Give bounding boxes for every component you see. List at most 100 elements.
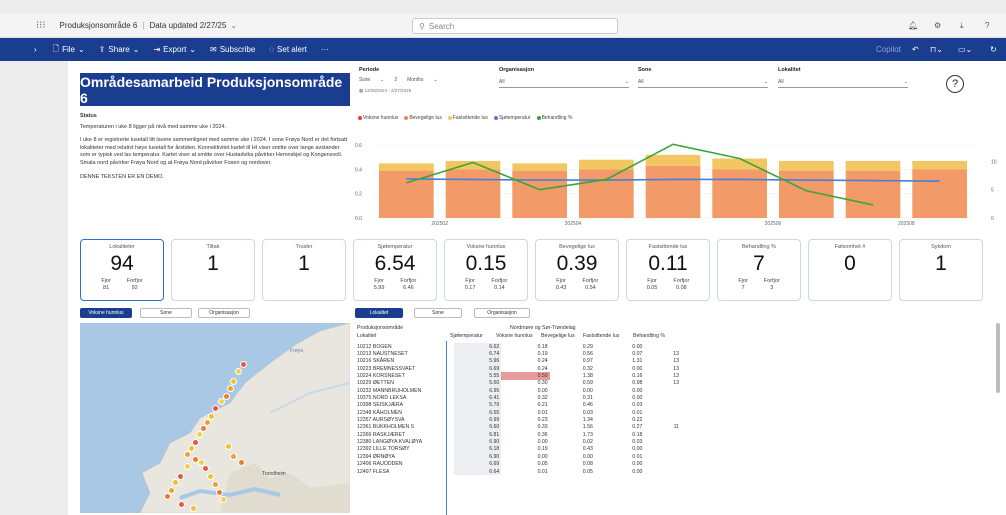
refresh-icon[interactable]: ↻ xyxy=(990,45,997,54)
map-marker[interactable] xyxy=(230,378,237,385)
kpi-card[interactable]: Fastsittende lus 0.11 Fjor 0.05 Forfjor 0.08 xyxy=(626,239,710,301)
map-marker[interactable] xyxy=(184,463,191,470)
map-marker[interactable] xyxy=(207,473,214,480)
map-marker[interactable] xyxy=(202,465,209,472)
map-view[interactable]: Frøya Trondheim xyxy=(80,323,350,513)
help-icon[interactable]: ? xyxy=(985,21,989,30)
map-marker[interactable] xyxy=(227,385,234,392)
more-button[interactable]: ··· xyxy=(321,45,329,54)
download-icon[interactable]: ⤓ xyxy=(960,21,964,31)
bell-icon[interactable]: 🔔︎ xyxy=(908,21,918,30)
table-row[interactable]: 12407 FLESA 6.64 0.01 0.05 0.00 xyxy=(355,467,681,476)
table-row[interactable]: 12357 AURSØYSVA 6.99 0.23 1.34 0.22 xyxy=(355,416,681,424)
table-row[interactable]: 10223 BREMNESSVAET 6.69 0.24 0.32 0.00 13 xyxy=(355,365,681,373)
table-row[interactable]: 12392 LILLE TORSØY 6.18 0.19 0.43 0.00 xyxy=(355,445,681,454)
search-box[interactable]: ⚲ Search xyxy=(412,18,618,34)
slicer-lokalitet[interactable]: Lokalitet All ⌄ xyxy=(778,67,908,88)
table-row[interactable]: 10398 SEISKJÆRA 5.79 0.21 0.46 0.03 xyxy=(355,401,681,410)
table-row[interactable]: 10216 SKÅREN 5.96 0.24 0.97 1.31 13 xyxy=(355,357,681,366)
slicer-periode[interactable]: Periode Siste ⌄ 2 Months ⌄ ▦ 12/28/2024 - … xyxy=(359,67,489,105)
table-row[interactable]: 10213 NAUSTNESET 6.74 0.19 0.56 0.07 13 xyxy=(355,350,681,358)
kpi-card[interactable]: Voksne hunnlus 0.15 Fjor 0.17 Forfjor 0.14 xyxy=(444,239,528,301)
kpi-card[interactable]: Bevegelige lus 0.39 Fjor 0.43 Forfjor 0.54 xyxy=(535,239,619,301)
col-header-behandling[interactable]: Behandling % xyxy=(633,333,665,339)
map-marker[interactable] xyxy=(184,451,191,458)
map-marker[interactable] xyxy=(190,505,197,512)
data-updated-label[interactable]: Data updated 2/27/25 xyxy=(149,21,226,30)
table-cell: 0.23 xyxy=(537,417,548,424)
kpi-card[interactable]: Sjøtemperatur 6.54 Fjor 5.99 Forfjor 6.46 xyxy=(353,239,437,301)
periode-unit[interactable]: Siste xyxy=(359,77,370,83)
table-tab-lokalitet[interactable]: Lokalitet xyxy=(355,308,403,318)
table-row[interactable]: 10224 KORSNESET 5.55 0.50 1.38 0.16 13 xyxy=(355,372,681,380)
table-tab-organisasjon[interactable]: Organisasjon xyxy=(474,308,530,318)
table-tab-sone[interactable]: Sone xyxy=(414,308,462,318)
gear-icon[interactable]: ⚙ xyxy=(934,21,941,30)
table-row[interactable]: 10229 ØETTEN 5.60 0.30 0.59 0.98 13 xyxy=(355,379,681,388)
table-row[interactable]: 10232 MANNBRUHOLMEN 6.95 0.00 0.00 0.00 xyxy=(355,387,681,395)
file-menu[interactable]: 🗋︎ File ⌄ xyxy=(53,43,85,57)
table-cell: 0.59 xyxy=(582,380,593,387)
subscribe-button[interactable]: ✉ Subscribe xyxy=(210,45,255,54)
map-marker[interactable] xyxy=(238,459,245,466)
map-marker[interactable] xyxy=(218,398,225,405)
col-header-bevegelige[interactable]: Bevegelige lus xyxy=(541,333,575,339)
matrix-table[interactable]: Produksjonsområde Nordmøre og Sør-Trønde… xyxy=(355,323,687,515)
map-tab-organisasjon[interactable]: Organisasjon xyxy=(198,308,250,318)
col-header-voksne[interactable]: Voksne hunnlus xyxy=(496,333,533,339)
export-menu[interactable]: ⇥ Export ⌄ xyxy=(153,45,196,54)
map-marker[interactable] xyxy=(216,489,223,496)
table-row[interactable]: 12406 RAUODDEN 6.69 0.05 0.08 0.00 xyxy=(355,460,681,468)
app-title[interactable]: Produksjonsområde 6 xyxy=(60,21,138,30)
map-tab-sone[interactable]: Sone xyxy=(140,308,192,318)
kpi-card[interactable]: Sykdom 1 xyxy=(899,239,983,301)
table-row[interactable]: 12380 LANGØYA KVALØYA 6.90 0.00 0.02 0.03 xyxy=(355,438,681,446)
kpi-card[interactable]: Følsomhet # 0 xyxy=(808,239,892,301)
kpi-card[interactable]: Trusler 1 xyxy=(262,239,346,301)
table-row[interactable]: 10375 NORD LEKSA 6.41 0.32 0.31 0.00 xyxy=(355,394,681,402)
map-marker[interactable] xyxy=(240,361,247,368)
view-icon[interactable]: ▭⌄ xyxy=(958,45,972,54)
map-marker[interactable] xyxy=(172,479,179,486)
map-marker[interactable] xyxy=(212,481,219,488)
table-row[interactable]: 12366 RASKJÆRET 6.81 0.36 1.73 0.18 xyxy=(355,431,681,439)
periode-span[interactable]: Months xyxy=(407,77,423,83)
share-menu[interactable]: ⇪ Share ⌄ xyxy=(99,45,140,54)
scrollbar-thumb[interactable] xyxy=(996,323,1000,393)
col-header-temp[interactable]: Sjøtemperatur xyxy=(450,333,483,339)
table-row[interactable]: 12394 ØRNØYA 6.90 0.00 0.00 0.01 xyxy=(355,453,681,461)
map-marker[interactable] xyxy=(177,473,184,480)
map-marker[interactable] xyxy=(164,493,171,500)
table-row[interactable]: 12361 BUKKHOLMEN S 6.60 0.33 1.56 0.27 11 xyxy=(355,423,681,432)
table-row[interactable]: 12348 KÅHOLMEN 6.55 0.01 0.03 0.01 xyxy=(355,409,681,417)
map-marker[interactable] xyxy=(235,368,242,375)
bar-fastsittende xyxy=(845,160,901,171)
help-button[interactable]: ? xyxy=(946,75,964,93)
set-alert-button[interactable]: ◌ Set alert xyxy=(269,45,307,54)
map-marker[interactable] xyxy=(230,453,237,460)
map-tab-voksne[interactable]: Voksne hunnlus xyxy=(80,308,132,318)
map-marker[interactable] xyxy=(196,431,203,438)
combo-chart[interactable]: 0.6 0.4 0.2 0.0 10 5 0 202502 202504 202506 202508 xyxy=(353,123,1003,238)
map-marker[interactable] xyxy=(212,405,219,412)
undo-icon[interactable]: ↶ xyxy=(912,45,919,54)
search-input[interactable]: Search xyxy=(429,22,454,31)
expand-icon[interactable]: › xyxy=(34,45,37,54)
map-marker[interactable] xyxy=(220,496,227,503)
copilot-button[interactable]: Copilot xyxy=(876,45,901,54)
table-cell: 0.00 xyxy=(632,395,643,402)
periode-num[interactable]: 2 xyxy=(394,77,397,83)
table-row[interactable]: 10212 BOGEN 6.62 0.18 0.29 0.00 xyxy=(355,343,681,351)
bookmark-icon[interactable]: ⊓⌄ xyxy=(930,45,943,54)
map-marker[interactable] xyxy=(225,443,232,450)
slicer-organisasjon[interactable]: Organisasjon All ⌄ xyxy=(499,67,629,88)
kpi-card[interactable]: Behandling % 7 Fjor 7 Forfjor 3 xyxy=(717,239,801,301)
col-header-fastsittende[interactable]: Fastsittende lus xyxy=(583,333,619,339)
kpi-card[interactable]: Tiltak 1 xyxy=(171,239,255,301)
calendar-icon[interactable]: ▦ xyxy=(359,88,363,93)
slicer-sone[interactable]: Sone All ⌄ xyxy=(638,67,768,88)
map-marker[interactable] xyxy=(178,501,185,508)
kpi-card[interactable]: Lokaliteter 94 Fjor 81 Forfjor 92 xyxy=(80,239,164,301)
chevron-down-icon[interactable]: ⌄ xyxy=(230,21,237,30)
app-launcher-icon[interactable]: ⁝⁝⁝ xyxy=(36,20,46,31)
